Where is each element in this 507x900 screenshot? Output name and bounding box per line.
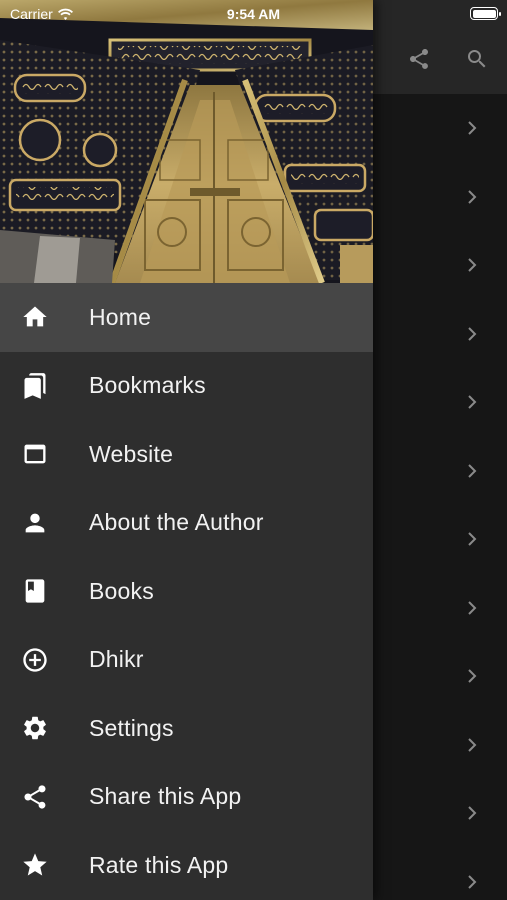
chevron-right-icon bbox=[464, 531, 480, 547]
share-icon bbox=[21, 783, 49, 811]
add-circle-icon bbox=[21, 646, 49, 674]
drawer-item-label: Bookmarks bbox=[89, 372, 206, 399]
chevron-right-icon bbox=[464, 257, 480, 273]
person-icon bbox=[21, 509, 49, 537]
drawer-item-books[interactable]: Books bbox=[0, 557, 373, 626]
background-list-row[interactable] bbox=[373, 163, 507, 232]
search-button[interactable] bbox=[460, 42, 494, 76]
bookmarks-icon bbox=[21, 372, 49, 400]
background-list-row[interactable] bbox=[373, 368, 507, 437]
home-icon bbox=[21, 303, 49, 331]
background-list-row[interactable] bbox=[373, 711, 507, 780]
chevron-right-icon bbox=[464, 805, 480, 821]
chevron-right-icon bbox=[464, 737, 480, 753]
search-icon bbox=[468, 50, 486, 68]
background-list-row[interactable] bbox=[373, 94, 507, 163]
drawer-item-dhikr[interactable]: Dhikr bbox=[0, 626, 373, 695]
drawer-menu: Home Bookmarks Website About the Author Book… bbox=[0, 283, 373, 900]
drawer-item-label: Dhikr bbox=[89, 646, 144, 673]
chevron-right-icon bbox=[464, 120, 480, 136]
status-bar: Carrier 9:54 AM bbox=[0, 0, 507, 30]
background-list-row[interactable] bbox=[373, 642, 507, 711]
book-icon bbox=[21, 577, 49, 605]
drawer-item-label: Share this App bbox=[89, 783, 242, 810]
chevron-right-icon bbox=[464, 394, 480, 410]
chevron-right-icon bbox=[464, 874, 480, 890]
drawer-item-website[interactable]: Website bbox=[0, 420, 373, 489]
star-icon bbox=[21, 851, 49, 879]
battery-icon bbox=[470, 7, 501, 20]
status-time: 9:54 AM bbox=[226, 6, 281, 22]
chevron-right-icon bbox=[464, 189, 480, 205]
share-icon bbox=[410, 49, 428, 69]
chevron-right-icon bbox=[464, 463, 480, 479]
drawer-item-label: Rate this App bbox=[89, 851, 229, 878]
website-icon bbox=[21, 440, 49, 468]
drawer-item-home[interactable]: Home bbox=[0, 283, 373, 352]
chevron-right-icon bbox=[464, 326, 480, 342]
drawer-item-label: About the Author bbox=[89, 509, 264, 536]
chevron-right-icon bbox=[464, 668, 480, 684]
drawer-item-share-this-app[interactable]: Share this App bbox=[0, 763, 373, 832]
background-list-row[interactable] bbox=[373, 574, 507, 643]
background-list-row[interactable] bbox=[373, 437, 507, 506]
drawer-item-settings[interactable]: Settings bbox=[0, 694, 373, 763]
share-button[interactable] bbox=[402, 42, 436, 76]
drawer-item-about-the-author[interactable]: About the Author bbox=[0, 489, 373, 558]
drawer-header-image bbox=[0, 0, 373, 283]
background-list-row[interactable] bbox=[373, 505, 507, 574]
background-list-row[interactable] bbox=[373, 779, 507, 848]
navigation-drawer: Home Bookmarks Website About the Author Book… bbox=[0, 0, 373, 900]
drawer-item-label: Books bbox=[89, 577, 154, 604]
drawer-item-bookmarks[interactable]: Bookmarks bbox=[0, 352, 373, 421]
background-list-row[interactable] bbox=[373, 231, 507, 300]
background-list-row[interactable] bbox=[373, 848, 507, 900]
chevron-right-icon bbox=[464, 600, 480, 616]
gear-icon bbox=[21, 714, 49, 742]
drawer-item-rate-this-app[interactable]: Rate this App bbox=[0, 831, 373, 900]
drawer-item-label: Settings bbox=[89, 714, 174, 741]
drawer-item-label: Home bbox=[89, 303, 152, 330]
drawer-item-label: Website bbox=[89, 440, 174, 467]
background-list-row[interactable] bbox=[373, 300, 507, 369]
